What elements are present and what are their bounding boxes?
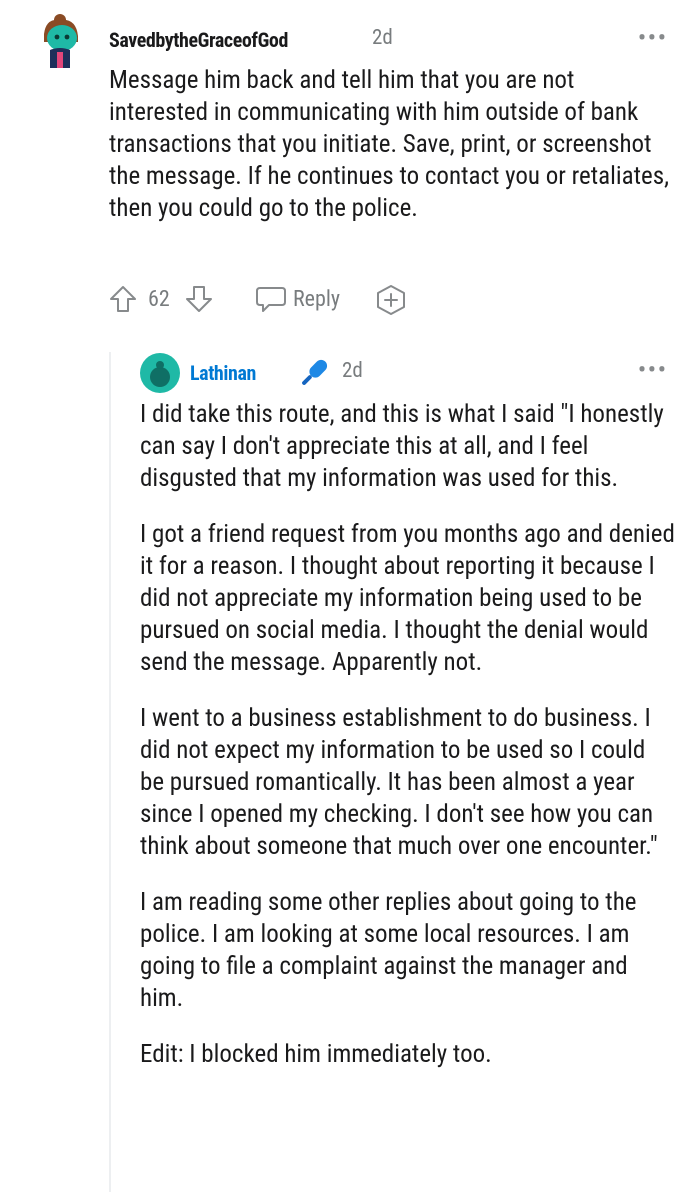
comment-username[interactable]: SavedbytheGraceofGod xyxy=(109,28,288,52)
upvote-arrow-icon xyxy=(110,286,136,312)
reply-avatar[interactable] xyxy=(140,353,180,393)
reply-body: I did take this route, and this is what … xyxy=(140,399,675,1071)
reply-more-options-button[interactable]: ••• xyxy=(638,358,668,383)
snoo-avatar-icon xyxy=(44,14,78,68)
reply-paragraph: I did take this route, and this is what … xyxy=(140,400,664,493)
reply-paragraph: Edit: I blocked him immediately too. xyxy=(140,1040,492,1069)
reply-label: Reply xyxy=(293,287,341,312)
reply-paragraph: I am reading some other replies about go… xyxy=(140,888,637,1013)
comment-timestamp[interactable]: 2d xyxy=(372,26,393,50)
reply-paragraph: I went to a business establishment to do… xyxy=(140,704,658,861)
reply-button[interactable]: Reply xyxy=(255,284,355,316)
vote-count: 62 xyxy=(148,287,170,312)
user-flair xyxy=(296,355,332,391)
downvote-arrow-icon xyxy=(186,286,212,312)
thread-line[interactable] xyxy=(109,352,111,1192)
reply-username[interactable]: Lathinan xyxy=(190,361,256,385)
upvote-button[interactable] xyxy=(108,284,138,314)
award-button[interactable] xyxy=(375,284,407,316)
snoo-avatar-icon xyxy=(140,353,180,393)
reply-timestamp[interactable]: 2d xyxy=(342,359,363,383)
downvote-button[interactable] xyxy=(184,284,214,314)
reply-paragraph: I got a friend request from you months a… xyxy=(140,520,675,677)
award-plus-icon xyxy=(377,285,405,315)
microphone-icon xyxy=(302,359,328,385)
comment-avatar[interactable] xyxy=(36,12,84,70)
comment-paragraph: Message him back and tell him that you a… xyxy=(109,66,670,223)
comment-body: Message him back and tell him that you a… xyxy=(109,65,669,225)
chat-bubble-icon xyxy=(256,287,286,312)
comment-more-options-button[interactable]: ••• xyxy=(638,26,668,51)
